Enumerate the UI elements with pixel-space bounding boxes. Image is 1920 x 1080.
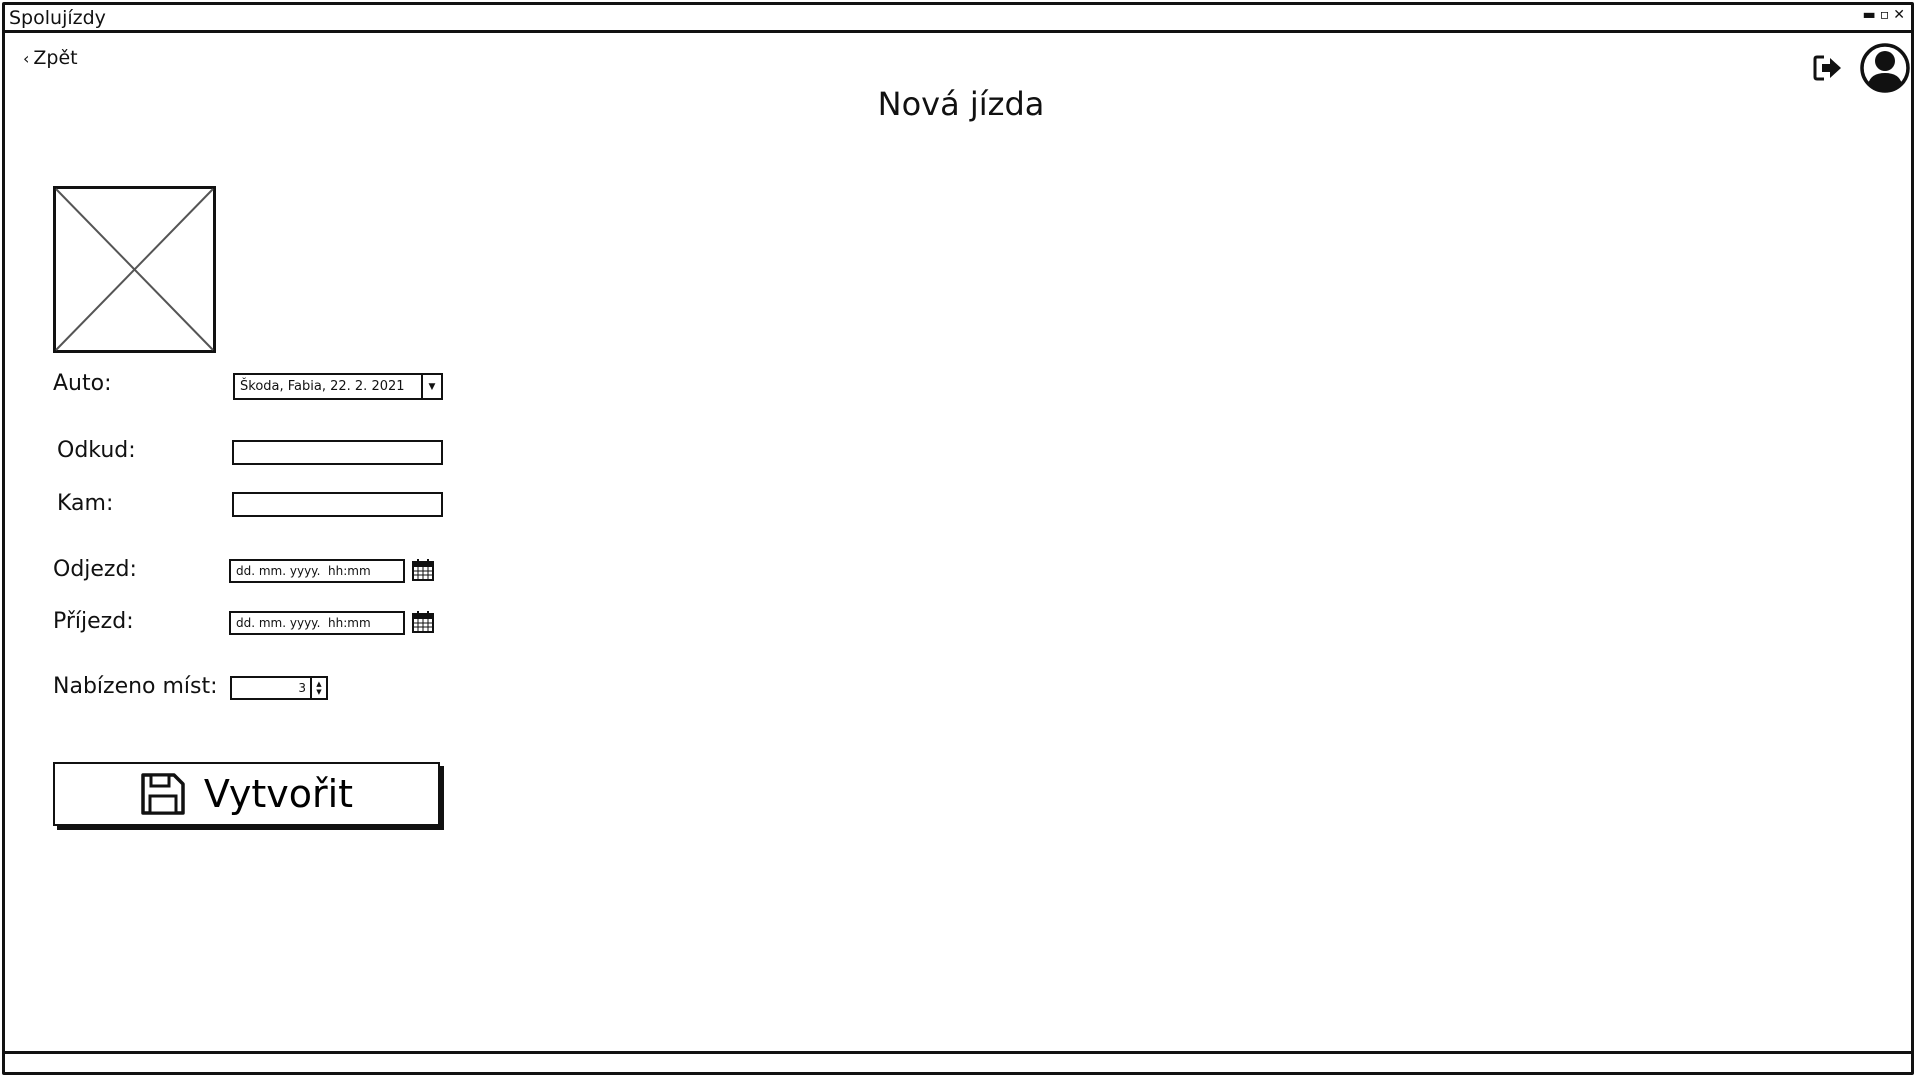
back-label: Zpět [33,47,78,69]
stepper-arrows[interactable]: ▲ ▼ [310,678,326,698]
car-select[interactable]: Škoda, Fabia, 22. 2. 2021 ▼ [233,373,443,400]
arrival-datetime-input[interactable] [229,611,405,635]
to-input[interactable] [232,492,443,517]
page-title: Nová jízda [877,85,1045,123]
close-icon[interactable]: ✕ [1893,7,1905,23]
seats-stepper[interactable]: 3 ▲ ▼ [230,676,328,700]
seats-label: Nabízeno míst: [53,674,218,699]
calendar-icon[interactable] [411,558,435,582]
chevron-left-icon: ‹ [23,49,30,68]
car-image-placeholder [53,186,216,353]
window-controls: ▬ ▫ ✕ [1863,7,1905,23]
from-input[interactable] [232,440,443,465]
logout-icon[interactable] [1813,54,1843,82]
stepper-down-icon[interactable]: ▼ [316,688,321,696]
from-label: Odkud: [57,438,136,463]
create-button[interactable]: Vytvořit [53,762,440,826]
create-button-label: Vytvořit [203,772,354,816]
back-link[interactable]: ‹ Zpět [23,47,78,69]
car-select-value: Škoda, Fabia, 22. 2. 2021 [240,379,405,394]
title-bar: Spolujízdy ▬ ▫ ✕ [5,5,1911,33]
stepper-up-icon[interactable]: ▲ [316,680,321,688]
departure-datetime-input[interactable] [229,559,405,583]
window-title: Spolujízdy [9,7,106,29]
calendar-icon[interactable] [411,610,435,634]
chevron-down-icon[interactable]: ▼ [421,375,441,398]
status-bar [5,1051,1911,1072]
seats-value: 3 [298,681,306,695]
maximize-icon[interactable]: ▫ [1880,7,1890,23]
car-label: Auto: [53,371,112,396]
app-window: Spolujízdy ▬ ▫ ✕ ‹ Zpět Nová jízda Auto: … [2,2,1914,1075]
to-label: Kam: [57,491,114,516]
arrival-label: Příjezd: [53,609,134,634]
save-icon [141,773,185,815]
minimize-icon[interactable]: ▬ [1863,7,1876,23]
departure-label: Odjezd: [53,557,137,582]
